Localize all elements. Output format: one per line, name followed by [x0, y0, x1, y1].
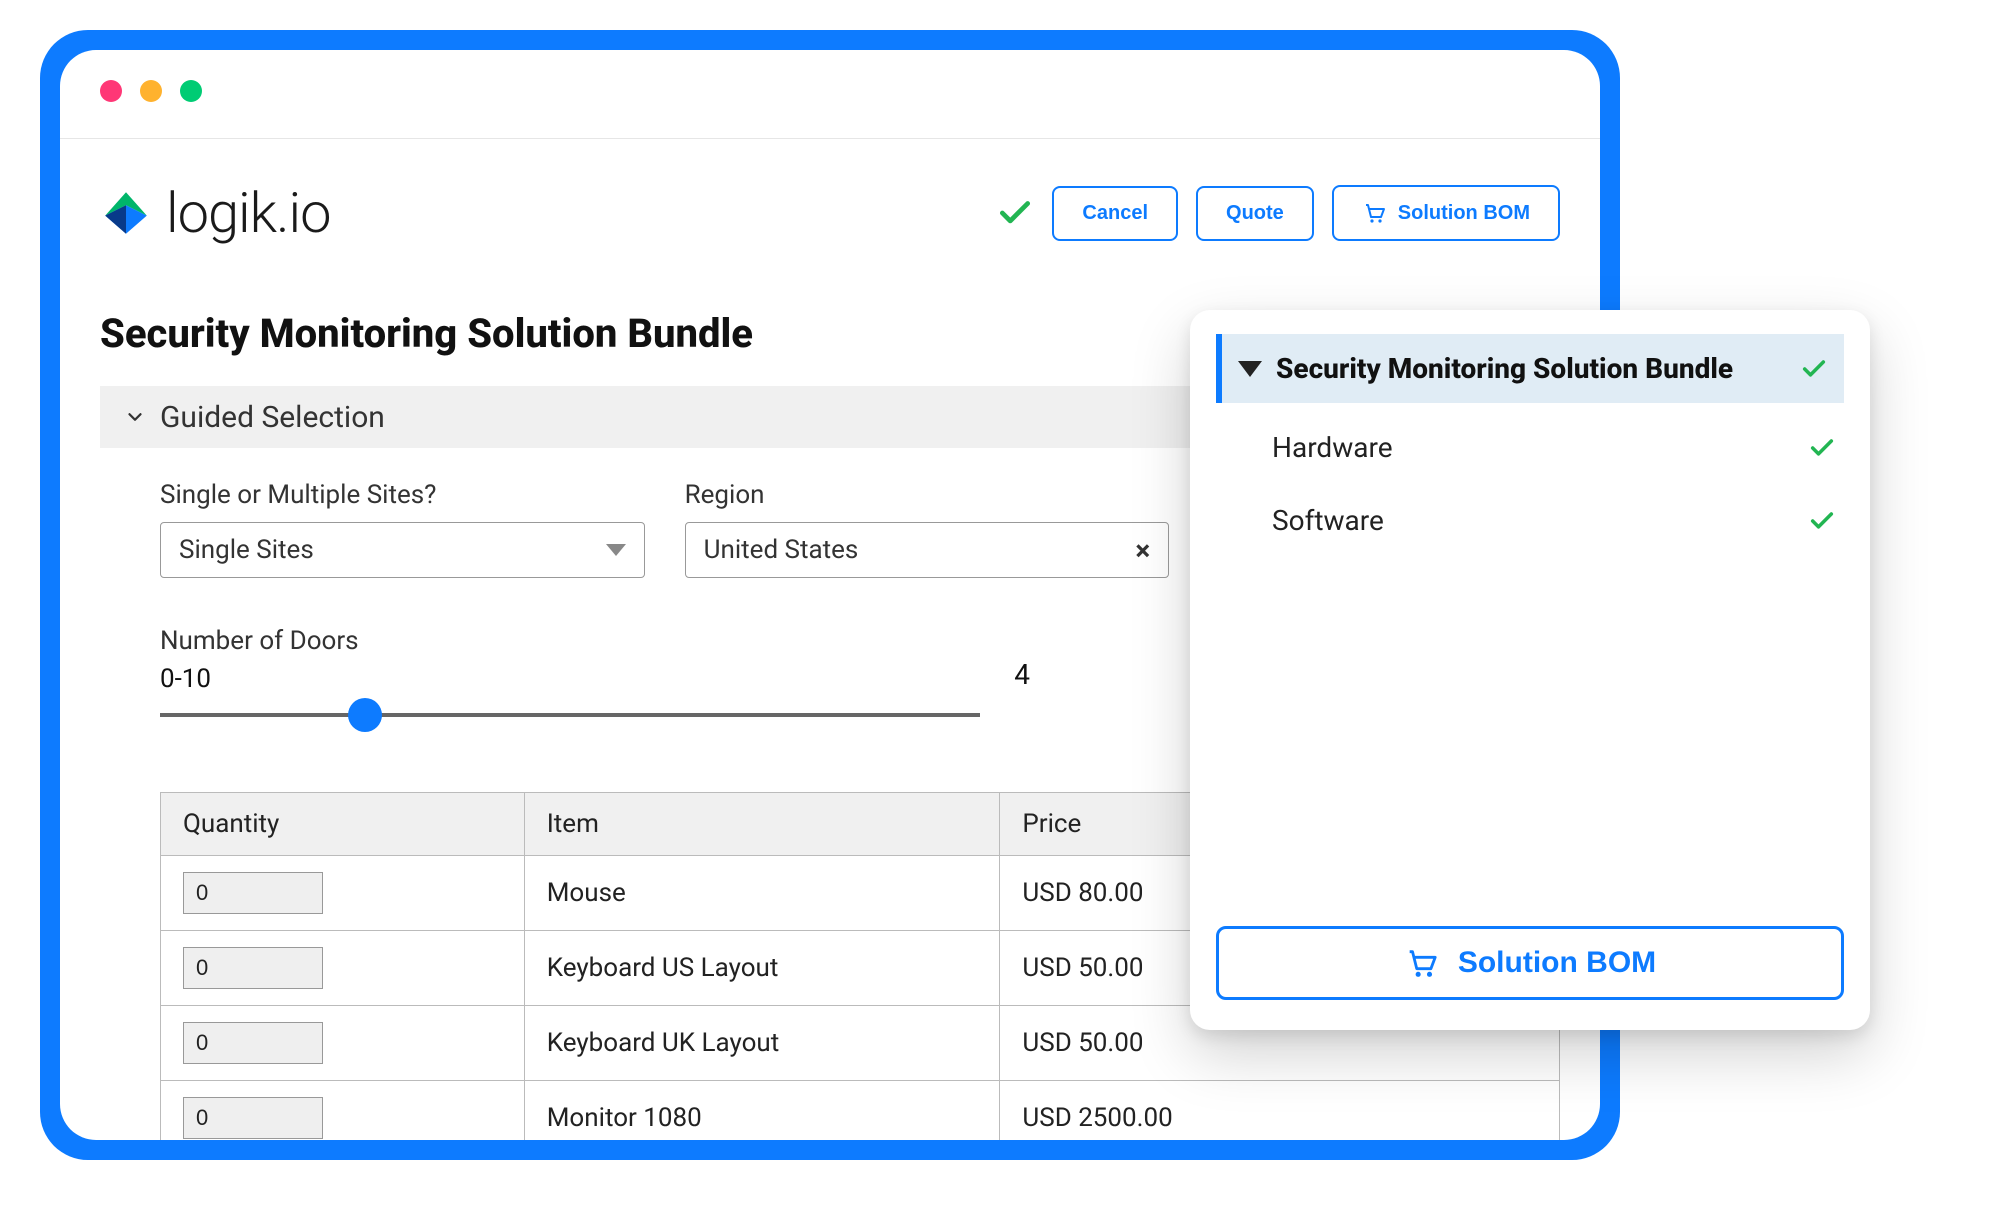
check-icon: [1800, 355, 1828, 383]
item-cell: Keyboard UK Layout: [524, 1006, 1000, 1081]
sites-field: Single or Multiple Sites? Single Sites: [160, 480, 645, 578]
collapse-triangle-icon: [1238, 361, 1262, 377]
item-cell: Monitor 1080: [524, 1081, 1000, 1141]
guided-selection-label: Guided Selection: [160, 400, 385, 435]
solution-bom-button-label: Solution BOM: [1398, 202, 1530, 225]
col-item: Item: [524, 793, 1000, 856]
quantity-input[interactable]: [183, 947, 323, 989]
solution-bom-panel-button-label: Solution BOM: [1458, 946, 1656, 980]
summary-item-label: Software: [1272, 504, 1384, 537]
quantity-input[interactable]: [183, 1022, 323, 1064]
doors-slider-block: Number of Doors 0-10 4: [160, 626, 980, 732]
header-actions: Cancel Quote Solution BOM: [996, 185, 1560, 241]
brand-name: logik.io: [166, 180, 330, 246]
quantity-input[interactable]: [183, 1097, 323, 1139]
sites-select[interactable]: Single Sites: [160, 522, 645, 578]
region-field-label: Region: [685, 480, 1170, 510]
solution-bom-panel-button[interactable]: Solution BOM: [1216, 926, 1844, 1000]
window-controls: [100, 80, 202, 102]
close-window-icon[interactable]: [100, 80, 122, 102]
app-header: logik.io Cancel Quote Solution BOM: [100, 180, 1560, 246]
logo-icon: [100, 187, 152, 239]
doors-slider-value: 4: [1014, 658, 1030, 691]
status-check-icon: [996, 194, 1034, 232]
header-divider: [60, 138, 1600, 139]
item-cell: Mouse: [524, 856, 1000, 931]
region-select[interactable]: United States ×: [685, 522, 1170, 578]
quantity-input[interactable]: [183, 872, 323, 914]
doors-slider-label: Number of Doors: [160, 626, 980, 656]
summary-item-hardware[interactable]: Hardware: [1216, 411, 1844, 484]
region-select-value: United States: [704, 535, 859, 565]
chevron-down-icon: [124, 406, 146, 428]
slider-thumb[interactable]: [348, 698, 382, 732]
cart-icon: [1362, 201, 1386, 225]
cart-icon: [1404, 946, 1438, 980]
item-cell: Keyboard US Layout: [524, 931, 1000, 1006]
summary-item-software[interactable]: Software: [1216, 484, 1844, 557]
summary-item-label: Hardware: [1272, 431, 1393, 464]
minimize-window-icon[interactable]: [140, 80, 162, 102]
table-row: Monitor 1080 USD 2500.00: [161, 1081, 1560, 1141]
summary-panel: Security Monitoring Solution Bundle Hard…: [1190, 310, 1870, 1030]
cancel-button-label: Cancel: [1082, 202, 1148, 225]
summary-panel-title: Security Monitoring Solution Bundle: [1276, 352, 1733, 385]
doors-slider[interactable]: 4: [160, 698, 980, 732]
summary-panel-header[interactable]: Security Monitoring Solution Bundle: [1216, 334, 1844, 403]
clear-region-icon[interactable]: ×: [1135, 534, 1150, 567]
page-title: Security Monitoring Solution Bundle: [100, 310, 753, 357]
region-field: Region United States ×: [685, 480, 1170, 578]
doors-slider-range: 0-10: [160, 664, 980, 694]
col-quantity: Quantity: [161, 793, 525, 856]
check-icon: [1808, 434, 1836, 462]
summary-panel-list: Hardware Software: [1216, 411, 1844, 557]
check-icon: [1808, 507, 1836, 535]
brand-logo: logik.io: [100, 180, 330, 246]
maximize-window-icon[interactable]: [180, 80, 202, 102]
solution-bom-button[interactable]: Solution BOM: [1332, 185, 1560, 241]
quote-button[interactable]: Quote: [1196, 186, 1314, 241]
sites-select-value: Single Sites: [179, 535, 314, 565]
sites-field-label: Single or Multiple Sites?: [160, 480, 645, 510]
slider-track-line: [160, 713, 980, 717]
price-cell: USD 2500.00: [1000, 1081, 1560, 1141]
cancel-button[interactable]: Cancel: [1052, 186, 1178, 241]
quote-button-label: Quote: [1226, 202, 1284, 225]
dropdown-caret-icon: [606, 544, 626, 556]
